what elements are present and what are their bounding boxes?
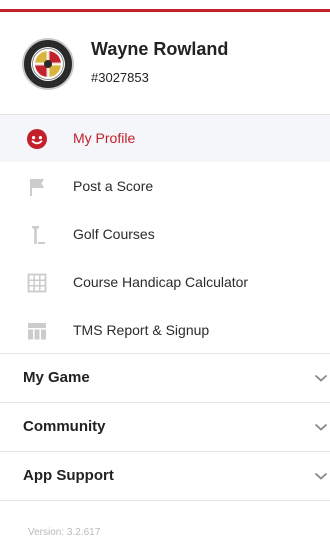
profile-member-id: #3027853 [91,70,149,85]
nav-item-label: Post a Score [73,178,154,194]
nav-item-my-profile[interactable]: My Profile [0,115,330,162]
nav-item-label: TMS Report & Signup [73,322,210,338]
divider [0,500,330,501]
side-menu: Wayne Rowland #3027853 My Profile Post a… [0,0,330,537]
nav-item-label: My Profile [73,130,136,146]
grid-calculator-icon [26,272,48,294]
club-seal-icon [22,38,74,90]
golf-tee-icon [26,224,48,246]
section-label: Community [23,418,106,435]
section-community[interactable]: Community [0,403,330,451]
version-label: Version: 3.2.617 [28,527,101,537]
profile-header[interactable]: Wayne Rowland #3027853 [0,12,330,115]
chevron-down-icon [314,374,328,382]
flag-icon [26,176,48,198]
section-my-game[interactable]: My Game [0,354,330,402]
chevron-down-icon [314,472,328,480]
nav-item-label: Golf Courses [73,226,155,242]
table-icon [26,320,48,342]
section-app-support[interactable]: App Support [0,452,330,500]
section-label: My Game [23,369,90,386]
nav-item-course-handicap-calculator[interactable]: Course Handicap Calculator [0,259,330,306]
smiley-face-icon [26,128,48,150]
nav-item-label: Course Handicap Calculator [73,274,249,290]
section-label: App Support [23,467,114,484]
nav-item-post-a-score[interactable]: Post a Score [0,163,330,210]
nav-item-tms-report-signup[interactable]: TMS Report & Signup [0,307,330,354]
nav-item-golf-courses[interactable]: Golf Courses [0,211,330,258]
profile-name: Wayne Rowland [91,39,229,59]
chevron-down-icon [314,423,328,431]
